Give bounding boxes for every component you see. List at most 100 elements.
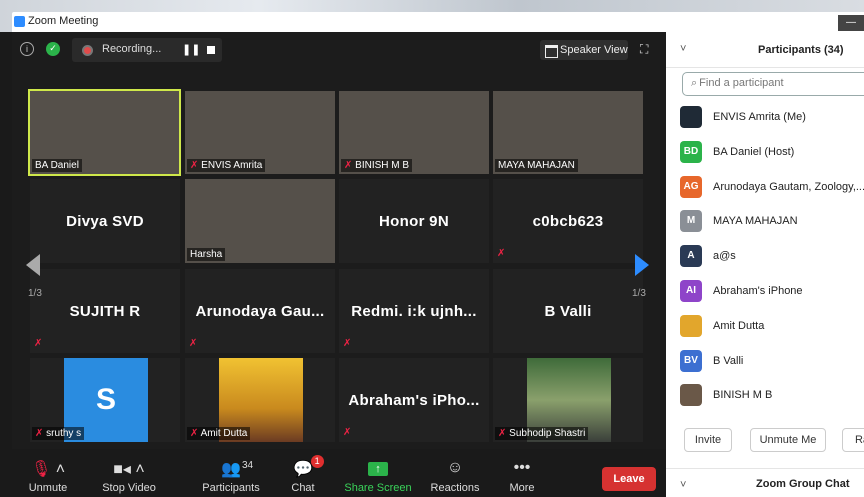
collapse-chevron-icon[interactable]: ˅: [680, 479, 686, 491]
participant-row[interactable]: AG Arunodaya Gautam, Zoology,...: [666, 170, 864, 205]
participant-row[interactable]: ENVIS Amrita (Me): [666, 100, 864, 135]
chat-label: Chat: [291, 482, 315, 494]
speaker-view-button[interactable]: Speaker View: [540, 40, 628, 60]
muted-microphone-icon: 🎙 ˄: [30, 461, 66, 478]
zoom-app: Zoom Meeting — i ✓ Recording... ❚❚ Speak…: [0, 0, 864, 497]
video-tile[interactable]: Arunodaya Gau... ✗: [185, 269, 335, 353]
stop-recording-button[interactable]: [207, 46, 215, 54]
tile-participant-name: B Valli: [544, 302, 592, 320]
video-tile[interactable]: BA Daniel: [28, 89, 181, 176]
video-tile[interactable]: S ✗ sruthy s: [30, 358, 180, 442]
recording-indicator: Recording... ❚❚: [72, 38, 222, 62]
participant-row[interactable]: BD BA Daniel (Host): [666, 135, 864, 170]
fullscreen-icon[interactable]: ⛶: [640, 42, 654, 56]
security-shield-icon[interactable]: ✓: [46, 42, 60, 56]
tile-name-label: ✗ Amit Dutta: [187, 427, 251, 440]
participant-avatar: AI: [680, 279, 702, 302]
pause-recording-button[interactable]: ❚❚: [182, 43, 200, 56]
participant-row[interactable]: Amit Dutta: [666, 309, 864, 344]
minimize-button[interactable]: —: [838, 15, 864, 31]
raise-hand-button[interactable]: Ra: [842, 428, 864, 452]
more-button[interactable]: ••• More: [502, 449, 542, 497]
unmute-button[interactable]: 🎙 ˄ Unmute: [20, 449, 76, 497]
group-chat-title: Zoom Group Chat: [756, 478, 850, 490]
emoji-reaction-icon: ☺: [446, 459, 464, 476]
tile-name-label: BA Daniel: [32, 159, 82, 172]
participant-row[interactable]: M MAYA MAHAJAN: [666, 204, 864, 239]
participants-panel: ˅ Participants (34) ⌕ Find a participant …: [666, 32, 864, 497]
window-frame: [12, 12, 864, 32]
video-tile[interactable]: Harsha: [185, 179, 335, 263]
video-tile[interactable]: Divya SVD: [30, 179, 180, 263]
tile-participant-name: Redmi. i:k ujnh...: [351, 302, 477, 320]
share-screen-button[interactable]: ↑ Share Screen: [344, 449, 412, 497]
participant-avatar: A: [680, 245, 702, 268]
participant-row[interactable]: BINISH M B: [666, 378, 864, 413]
video-tile[interactable]: B Valli: [493, 269, 643, 353]
participant-name: BINISH M B: [713, 389, 773, 402]
participant-avatar: BV: [680, 349, 702, 372]
tile-name-label: ✗ BINISH M B: [341, 159, 413, 172]
page-indicator-right: 1/3: [632, 288, 646, 299]
video-tile[interactable]: Abraham's iPho... ✗: [339, 358, 489, 442]
participant-name: Amit Dutta: [713, 319, 765, 332]
previous-page-arrow-icon[interactable]: [26, 254, 40, 276]
tile-participant-name: Honor 9N: [379, 212, 449, 230]
reactions-button[interactable]: ☺ Reactions: [428, 449, 482, 497]
unmute-label: Unmute: [28, 482, 68, 494]
invite-button[interactable]: Invite: [684, 428, 732, 452]
tile-name-label: Harsha: [187, 248, 226, 261]
participants-count: 34: [242, 460, 254, 471]
reactions-label: Reactions: [430, 482, 480, 494]
video-tile[interactable]: ✗ Subhodip Shastri: [493, 358, 643, 442]
tile-participant-name: c0bcb623: [532, 212, 604, 230]
chat-unread-badge: 1: [310, 455, 324, 468]
next-page-arrow-icon[interactable]: [635, 254, 649, 276]
more-dots-icon: •••: [513, 459, 531, 476]
share-screen-icon: ↑: [344, 449, 412, 476]
participant-name: BA Daniel (Host): [713, 145, 795, 158]
participant-avatar: BD: [680, 140, 702, 163]
zoom-logo-icon: [14, 16, 25, 27]
video-tile[interactable]: ✗ ENVIS Amrita: [185, 91, 335, 174]
muted-mic-icon: ✗: [343, 427, 352, 438]
meeting-top-bar: i ✓ Recording... ❚❚ Speaker View ⛶: [12, 32, 666, 68]
participant-name: ENVIS Amrita (Me): [713, 111, 806, 123]
muted-mic-icon: ✗: [34, 338, 43, 349]
video-tile[interactable]: MAYA MAHAJAN: [493, 91, 643, 174]
participant-name: MAYA MAHAJAN: [713, 215, 798, 228]
participant-row[interactable]: BV B Valli: [666, 344, 864, 379]
muted-mic-icon: ✗: [343, 338, 352, 349]
video-tile[interactable]: c0bcb623 ✗: [493, 179, 643, 263]
participant-name: Arunodaya Gautam, Zoology,...: [713, 180, 864, 193]
leave-button[interactable]: Leave: [602, 467, 656, 491]
muted-mic-icon: ✗: [497, 248, 506, 259]
tile-name-label: MAYA MAHAJAN: [495, 159, 578, 172]
find-participant-input[interactable]: ⌕ Find a participant: [682, 72, 864, 96]
video-camera-icon: ■◂ ˄: [113, 461, 145, 478]
participant-row[interactable]: Aa@s: [666, 239, 864, 274]
tile-name-label: ✗ ENVIS Amrita: [187, 159, 266, 172]
participants-panel-title: Participants (34): [758, 44, 844, 56]
unmute-me-button[interactable]: Unmute Me: [750, 428, 826, 452]
search-placeholder: Find a participant: [699, 77, 784, 89]
participant-name: a@s: [713, 250, 736, 263]
participants-button[interactable]: 👥 34 Participants: [198, 449, 264, 497]
video-tile[interactable]: Honor 9N: [339, 179, 489, 263]
participants-panel-header: ˅ Participants (34): [666, 32, 864, 68]
collapse-chevron-icon[interactable]: ˅: [680, 43, 686, 55]
stop-video-button[interactable]: ■◂ ˄ Stop Video: [96, 449, 162, 497]
tile-participant-name: Arunodaya Gau...: [195, 302, 325, 320]
video-tile[interactable]: SUJITH R ✗: [30, 269, 180, 353]
video-tile[interactable]: Redmi. i:k ujnh... ✗: [339, 269, 489, 353]
chat-button[interactable]: 💬 1 Chat: [284, 449, 324, 497]
participant-row[interactable]: AI Abraham's iPhone: [666, 274, 864, 309]
video-tile[interactable]: ✗ Amit Dutta: [185, 358, 335, 442]
video-tile[interactable]: ✗ BINISH M B: [339, 91, 489, 174]
stop-video-label: Stop Video: [102, 482, 156, 494]
window-title: Zoom Meeting: [28, 15, 99, 27]
search-icon: ⌕: [691, 77, 698, 89]
info-icon[interactable]: i: [20, 42, 34, 56]
meeting-toolbar: 🎙 ˄ Unmute ■◂ ˄ Stop Video 👥 34 Particip…: [12, 449, 666, 497]
group-chat-header[interactable]: ˅ Zoom Group Chat: [666, 468, 864, 497]
